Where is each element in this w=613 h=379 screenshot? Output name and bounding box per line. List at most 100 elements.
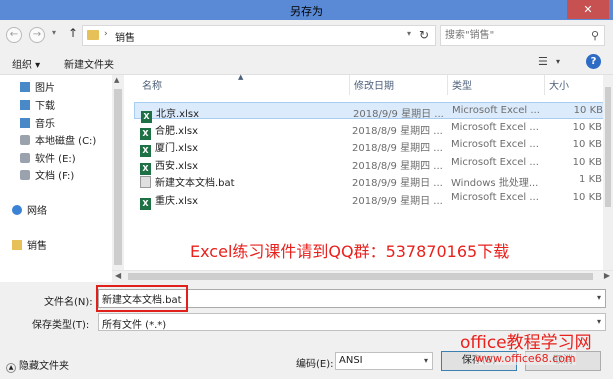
nav-item-label: 销售	[27, 241, 47, 252]
nav-item-drive-e[interactable]: 软件 (E:)	[20, 150, 76, 166]
sort-ascending-icon: ▲	[238, 73, 244, 81]
forward-button[interactable]: →	[29, 27, 45, 43]
nav-item-label: 网络	[27, 206, 47, 217]
refresh-icon[interactable]: ↻	[419, 28, 429, 42]
table-row[interactable]: X 西安.xlsx 2018/8/9 星期四 ... Microsoft Exce…	[134, 155, 606, 175]
search-icon[interactable]: ⚲	[591, 29, 599, 42]
column-divider[interactable]	[349, 75, 350, 95]
address-row: ← → ▾ ↑ › 销售 ▾ ↻ ⚲	[0, 20, 613, 50]
up-folder-button[interactable]: ↑	[68, 26, 78, 40]
table-row[interactable]: X 厦门.xlsx 2018/8/9 星期四 ... Microsoft Exce…	[134, 137, 606, 157]
file-date-cell: 2018/9/9 星期日 ...	[352, 178, 443, 189]
filename-label: 文件名(N):	[44, 297, 93, 308]
column-header-date[interactable]: 修改日期	[354, 77, 394, 95]
chevron-down-icon[interactable]: ▾	[597, 317, 601, 326]
view-options-icon[interactable]: ☰	[538, 55, 548, 68]
encoding-label: 编码(E):	[296, 359, 334, 370]
search-box[interactable]: ⚲	[440, 25, 605, 46]
hide-folders-toggle[interactable]: ▲ 隐藏文件夹	[6, 357, 69, 373]
file-date-cell: 2018/8/9 星期四 ...	[352, 143, 443, 154]
drive-icon	[20, 153, 30, 163]
batch-file-icon	[140, 176, 151, 188]
nav-item-label: 本地磁盘 (C:)	[35, 136, 97, 147]
nav-item-drive-c[interactable]: 本地磁盘 (C:)	[20, 132, 96, 148]
folder-icon	[87, 30, 99, 40]
nav-item-network[interactable]: 网络	[12, 202, 47, 218]
file-date-cell: 2018/9/9 星期日 ...	[352, 196, 443, 207]
folder-icon	[12, 240, 22, 250]
file-type-cell: Windows 批处理...	[451, 178, 539, 189]
file-name-cell: X 重庆.xlsx	[140, 192, 340, 210]
highlight-annotation	[96, 285, 188, 312]
breadcrumb-separator: ›	[104, 29, 108, 39]
column-header-type[interactable]: 类型	[452, 77, 472, 95]
table-row[interactable]: X 北京.xlsx 2018/9/9 星期日 ... Microsoft Exce…	[134, 102, 606, 123]
nav-item-drive-f[interactable]: 文档 (F:)	[20, 167, 74, 183]
music-icon	[20, 118, 30, 128]
file-list-scrollbar[interactable]	[603, 75, 613, 283]
column-divider[interactable]	[447, 75, 448, 95]
file-size-cell: 10 KB	[573, 105, 603, 116]
promo-overlay-text: Excel练习课件请到QQ群：537870165下载	[190, 242, 510, 261]
table-row[interactable]: 新建文本文档.bat 2018/9/9 星期日 ... Windows 批处理.…	[134, 172, 606, 189]
help-icon[interactable]: ?	[586, 54, 601, 69]
scroll-up-icon[interactable]: ▲	[114, 76, 119, 84]
nav-item-label: 音乐	[35, 119, 55, 130]
file-type-cell: Microsoft Excel ...	[451, 157, 539, 168]
navigation-pane: 图片 下载 音乐 本地磁盘 (C:) 软件 (E:) 文档 (F:) 网络 销售…	[0, 75, 124, 283]
encoding-select[interactable]: ANSI ▾	[335, 352, 433, 370]
view-dropdown-icon[interactable]: ▾	[556, 57, 560, 66]
content-area: 图片 下载 音乐 本地磁盘 (C:) 软件 (E:) 文档 (F:) 网络 销售…	[0, 73, 613, 283]
scroll-right-icon[interactable]: ▶	[604, 271, 610, 280]
file-date-cell: 2018/8/9 星期四 ...	[352, 126, 443, 137]
watermark-url: www.office68.com	[475, 352, 576, 365]
file-name-cell: 新建文本文档.bat	[140, 174, 340, 189]
pictures-icon	[20, 82, 30, 92]
file-size-cell: 10 KB	[572, 157, 602, 168]
encoding-value: ANSI	[339, 355, 363, 366]
breadcrumb[interactable]: 销售	[115, 29, 135, 44]
nav-item-music[interactable]: 音乐	[20, 115, 55, 131]
back-button[interactable]: ←	[6, 27, 22, 43]
drive-icon	[20, 135, 30, 145]
toolbar: 组织 ▾ 新建文件夹 ☰ ▾ ?	[0, 50, 613, 74]
table-row[interactable]: X 重庆.xlsx 2018/9/9 星期日 ... Microsoft Exce…	[134, 190, 606, 210]
horizontal-scroll-thumb[interactable]	[128, 273, 593, 280]
nav-scroll-thumb[interactable]	[114, 89, 122, 265]
table-row[interactable]: X 合肥.xlsx 2018/8/9 星期四 ... Microsoft Exce…	[134, 120, 606, 140]
file-type-cell: Microsoft Excel ...	[451, 192, 539, 203]
nav-item-label: 文档 (F:)	[35, 171, 75, 182]
scroll-left-icon[interactable]: ◀	[115, 271, 121, 280]
address-bar[interactable]: › 销售 ▾ ↻	[82, 25, 436, 46]
title-bar: 另存为 ✕	[0, 0, 613, 20]
excel-file-icon: X	[140, 198, 151, 210]
file-scroll-thumb[interactable]	[605, 87, 611, 207]
network-icon	[12, 205, 22, 215]
nav-item-label: 下载	[35, 101, 55, 112]
hide-folders-label: 隐藏文件夹	[19, 361, 69, 372]
new-folder-button[interactable]: 新建文件夹	[64, 56, 114, 71]
recent-locations-dropdown[interactable]: ▾	[52, 28, 56, 37]
search-input[interactable]	[445, 28, 585, 43]
organize-button[interactable]: 组织 ▾	[12, 56, 40, 71]
file-type-cell: Microsoft Excel ...	[451, 139, 539, 150]
column-header-size[interactable]: 大小	[549, 77, 569, 95]
file-date-cell: 2018/9/9 星期日 ...	[353, 109, 444, 120]
downloads-icon	[20, 100, 30, 110]
nav-item-label: 软件 (E:)	[35, 154, 76, 165]
column-divider[interactable]	[544, 75, 545, 95]
filetype-value: 所有文件 (*.*)	[102, 320, 167, 331]
column-header-name[interactable]: 名称	[142, 77, 162, 95]
horizontal-scrollbar[interactable]: ◀ ▶	[112, 270, 613, 282]
nav-item-pictures[interactable]: 图片	[20, 79, 55, 95]
nav-item-sales[interactable]: 销售	[12, 237, 47, 253]
nav-scrollbar[interactable]: ▲ ▼	[112, 75, 124, 283]
nav-item-downloads[interactable]: 下载	[20, 97, 55, 113]
chevron-down-icon[interactable]: ▾	[597, 293, 601, 302]
chevron-down-icon[interactable]: ▾	[424, 356, 428, 365]
close-button[interactable]: ✕	[567, 0, 609, 19]
file-size-cell: 10 KB	[572, 139, 602, 150]
address-dropdown-icon[interactable]: ▾	[407, 29, 411, 38]
file-size-cell: 10 KB	[572, 122, 602, 133]
drive-icon	[20, 170, 30, 180]
